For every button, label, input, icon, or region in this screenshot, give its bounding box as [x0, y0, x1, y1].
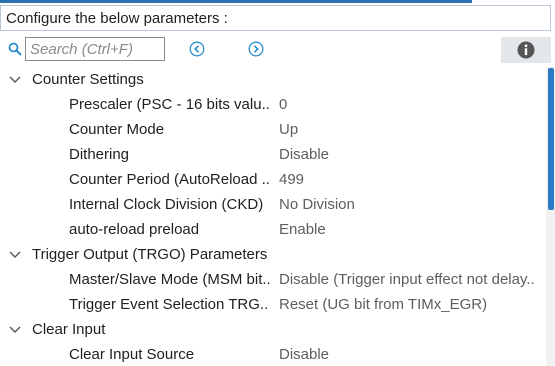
chevron-down-icon[interactable]	[9, 75, 21, 85]
arrow-right-circle-icon[interactable]	[248, 41, 264, 57]
group-label: Trigger Output (TRGO) Parameters	[32, 246, 268, 263]
param-row[interactable]: auto-reload preload Enable	[0, 217, 546, 242]
toolbar	[0, 34, 555, 66]
search-input[interactable]	[25, 37, 165, 61]
param-row[interactable]: Trigger Event Selection TRG.. Reset (UG …	[0, 292, 546, 317]
param-row[interactable]: Master/Slave Mode (MSM bit.. Disable (Tr…	[0, 267, 546, 292]
param-label: Dithering	[69, 146, 130, 163]
info-icon	[517, 41, 535, 59]
search-icon	[8, 42, 22, 56]
param-row[interactable]: Counter Mode Up	[0, 117, 546, 142]
group-label: Clear Input	[32, 321, 106, 338]
group-clear-input[interactable]: Clear Input	[0, 317, 546, 342]
param-row[interactable]: Counter Period (AutoReload .. 499	[0, 167, 546, 192]
param-label: Master/Slave Mode (MSM bit..	[69, 271, 271, 288]
parameter-tree: Counter Settings Prescaler (PSC - 16 bit…	[0, 67, 546, 366]
param-label: Internal Clock Division (CKD)	[69, 196, 264, 213]
param-value[interactable]: Disable (Trigger input effect not delay.…	[279, 267, 545, 292]
param-label: auto-reload preload	[69, 221, 200, 238]
param-value[interactable]: 0	[279, 92, 545, 117]
param-value[interactable]: Disable	[279, 342, 545, 366]
chevron-down-icon[interactable]	[9, 250, 21, 260]
param-row[interactable]: Internal Clock Division (CKD) No Divisio…	[0, 192, 546, 217]
param-label: Trigger Event Selection TRG..	[69, 296, 269, 313]
group-trigger-output[interactable]: Trigger Output (TRGO) Parameters	[0, 242, 546, 267]
param-value[interactable]: No Division	[279, 192, 545, 217]
scrollbar-thumb[interactable]	[548, 68, 554, 210]
param-label: Prescaler (PSC - 16 bits valu..	[69, 96, 270, 113]
param-value[interactable]: Reset (UG bit from TIMx_EGR)	[279, 292, 545, 317]
param-label: Clear Input Source	[69, 346, 195, 363]
arrow-left-circle-icon[interactable]	[189, 41, 205, 57]
param-label: Counter Mode	[69, 121, 165, 138]
param-label: Counter Period (AutoReload ..	[69, 171, 270, 188]
param-value[interactable]: Enable	[279, 217, 545, 242]
param-row[interactable]: Prescaler (PSC - 16 bits valu.. 0	[0, 92, 546, 117]
param-value[interactable]: 499	[279, 167, 545, 192]
info-button[interactable]	[501, 37, 551, 63]
active-tab-accent	[0, 0, 472, 3]
config-header: Configure the below parameters :	[0, 5, 551, 31]
vertical-scrollbar[interactable]	[546, 67, 555, 366]
param-value[interactable]: Up	[279, 117, 545, 142]
param-row[interactable]: Clear Input Source Disable	[0, 342, 546, 366]
param-row[interactable]: Dithering Disable	[0, 142, 546, 167]
chevron-down-icon[interactable]	[9, 325, 21, 335]
group-label: Counter Settings	[32, 71, 144, 88]
config-header-title: Configure the below parameters :	[6, 10, 228, 27]
group-counter-settings[interactable]: Counter Settings	[0, 67, 546, 92]
param-value[interactable]: Disable	[279, 142, 545, 167]
top-strip	[0, 0, 555, 4]
